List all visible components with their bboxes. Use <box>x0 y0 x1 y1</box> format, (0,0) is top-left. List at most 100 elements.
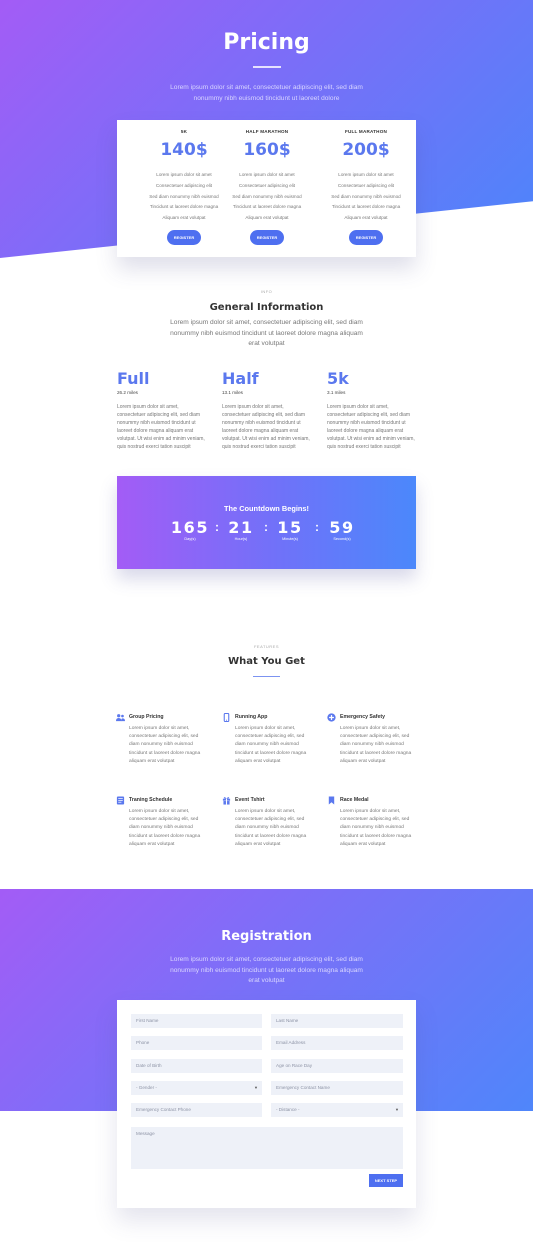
info-text: Lorem ipsum dolor sit amet, consectetuer… <box>170 319 363 347</box>
plan-feature: Consectetuer adipiscing elit <box>337 182 395 188</box>
feature-name: Event Tshirt <box>235 797 265 803</box>
countdown-value: 59 <box>329 518 355 537</box>
feature-group-pricing: Group Pricing Lorem ipsum dolor sit amet… <box>116 712 208 766</box>
caret-down-icon: ▼ <box>395 1107 399 1112</box>
plan-price: 160$ <box>243 140 291 160</box>
countdown-value: 15 <box>277 518 303 537</box>
feature-running-app: Running App Lorem ipsum dolor sit amet, … <box>222 712 314 766</box>
countdown-hours: 21 Hour(s) <box>218 518 264 541</box>
feature-name: Traning Schedule <box>129 797 173 803</box>
registration-intro: Lorem ipsum dolor sit amet, consectetuer… <box>170 956 363 984</box>
plan-name: HALF MARATHON <box>245 129 289 134</box>
emergency-contact-name-input[interactable]: Emergency Contact Name <box>271 1081 403 1095</box>
distance-miles: 13.1 miles <box>222 390 243 395</box>
plan-feature: Aliquam erat volutpat <box>245 215 289 221</box>
countdown-value: 165 <box>170 518 210 537</box>
last-name-input[interactable]: Last Name <box>271 1014 403 1028</box>
distance-select-value: - Distance - <box>276 1107 300 1112</box>
feature-training-schedule: Traning Schedule Lorem ipsum dolor sit a… <box>116 795 208 849</box>
feature-text: Lorem ipsum dolor sit amet, consectetuer… <box>340 726 412 764</box>
countdown-label: Minute(s) <box>282 537 298 541</box>
feature-race-medal: Race Medal Lorem ipsum dolor sit amet, c… <box>327 795 419 849</box>
first-name-input[interactable]: First Name <box>131 1014 262 1028</box>
feature-text: Lorem ipsum dolor sit amet, consectetuer… <box>235 726 307 764</box>
plus-circle-icon <box>327 712 336 722</box>
feature-text: Lorem ipsum dolor sit amet, consectetuer… <box>129 809 201 847</box>
distance-name: 5k <box>327 369 349 388</box>
plan-name: FULL MARATHON <box>345 129 387 134</box>
register-button-half[interactable]: REGISTER <box>250 229 284 245</box>
distance-full: Full 26.2 miles Lorem ipsum dolor sit am… <box>117 370 205 452</box>
feature-text: Lorem ipsum dolor sit amet, consectetuer… <box>129 726 201 764</box>
countdown-label: Hour(s) <box>234 537 248 541</box>
registration-title: Registration <box>221 929 312 944</box>
plan-feature: Aliquam erat volutpat <box>344 215 388 221</box>
info-title: General Information <box>209 302 324 313</box>
plan-half-marathon: HALF MARATHON 160$ Lorem ipsum dolor sit… <box>217 120 317 245</box>
register-button-full[interactable]: REGISTER <box>349 229 383 245</box>
countdown-days: 165 Day(s) <box>167 518 213 541</box>
plan-feature: Lorem ipsum dolor sit amet <box>239 172 295 177</box>
date-of-birth-input[interactable]: Date of Birth <box>131 1059 262 1073</box>
emergency-contact-phone-input[interactable]: Emergency Contact Phone <box>131 1103 262 1117</box>
plan-price: 200$ <box>342 140 390 160</box>
feature-text: Lorem ipsum dolor sit amet, consectetuer… <box>235 809 307 847</box>
countdown-title: The Countdown Begins! <box>224 504 309 513</box>
registration-form: First Name Last Name Phone Email Address… <box>117 1000 416 1208</box>
distance-name: Half <box>222 369 259 388</box>
plan-feature: Sed diam nonummy nibh euismod <box>331 193 401 199</box>
distance-half: Half 13.1 miles Lorem ipsum dolor sit am… <box>222 370 310 452</box>
plan-features: Lorem ipsum dolor sit amet Consectetuer … <box>217 170 317 224</box>
gender-select-value: - Gender - <box>136 1085 157 1090</box>
bookmark-icon <box>328 795 335 805</box>
distance-miles: 3.1 miles <box>327 390 346 395</box>
features-eyebrow: FEATURES <box>253 644 280 649</box>
feature-name: Race Medal <box>340 797 369 803</box>
pricing-title-divider <box>253 66 281 68</box>
message-textarea[interactable]: Message <box>131 1127 403 1169</box>
group-icon <box>116 713 125 721</box>
distance-select[interactable]: - Distance - ▼ <box>271 1103 403 1117</box>
email-input[interactable]: Email Address <box>271 1036 403 1050</box>
countdown-value: 21 <box>228 518 254 537</box>
distance-name: Full <box>117 369 150 388</box>
distance-miles: 26.2 miles <box>117 390 138 395</box>
gender-select[interactable]: - Gender - ▼ <box>131 1081 262 1095</box>
feature-name: Emergency Safety <box>340 714 385 720</box>
next-step-button[interactable]: NEXT STEP <box>369 1174 403 1187</box>
countdown-label: Second(s) <box>333 537 351 541</box>
countdown-seconds: 59 Second(s) <box>319 518 365 541</box>
pricing-card: 5K 140$ Lorem ipsum dolor sit amet Conse… <box>117 120 416 257</box>
features-title-divider <box>253 676 280 678</box>
feature-name: Running App <box>235 714 268 720</box>
plan-feature: Lorem ipsum dolor sit amet <box>338 172 394 177</box>
countdown-minutes: 15 Minute(s) <box>267 518 313 541</box>
feature-name: Group Pricing <box>129 714 164 720</box>
distance-text: Lorem ipsum dolor sit amet, consectetuer… <box>222 404 310 451</box>
feature-text: Lorem ipsum dolor sit amet, consectetuer… <box>340 809 412 847</box>
plan-features: Lorem ipsum dolor sit amet Consectetuer … <box>316 170 416 224</box>
pricing-title: Pricing <box>223 30 310 55</box>
pricing-intro: Lorem ipsum dolor sit amet, consectetuer… <box>170 84 363 102</box>
phone-input[interactable]: Phone <box>131 1036 262 1050</box>
age-on-race-day-input[interactable]: Age on Race Day <box>271 1059 403 1073</box>
distance-text: Lorem ipsum dolor sit amet, consectetuer… <box>117 404 205 451</box>
info-eyebrow: INFO <box>260 289 273 294</box>
plan-feature: Tincidunt ut laoreet dolore magna <box>232 204 302 210</box>
caret-down-icon: ▼ <box>254 1085 258 1090</box>
plan-feature: Tincidunt ut laoreet dolore magna <box>331 204 401 210</box>
plan-feature: Sed diam nonummy nibh euismod <box>232 193 302 199</box>
features-title: What You Get <box>228 656 305 667</box>
register-button-5k[interactable]: REGISTER <box>167 229 201 245</box>
distance-5k: 5k 3.1 miles Lorem ipsum dolor sit amet,… <box>327 370 415 452</box>
phone-icon <box>223 712 230 722</box>
feature-emergency-safety: Emergency Safety Lorem ipsum dolor sit a… <box>327 712 419 766</box>
distance-text: Lorem ipsum dolor sit amet, consectetuer… <box>327 404 415 451</box>
schedule-icon <box>116 795 125 805</box>
countdown-label: Day(s) <box>184 537 196 541</box>
plan-full-marathon: FULL MARATHON 200$ Lorem ipsum dolor sit… <box>316 120 416 245</box>
countdown-banner: The Countdown Begins! 165 Day(s) : 21 Ho… <box>117 476 416 569</box>
plan-feature: Consectetuer adipiscing elit <box>238 182 296 188</box>
feature-event-tshirt: Event Tshirt Lorem ipsum dolor sit amet,… <box>222 795 314 849</box>
gift-icon <box>222 796 231 805</box>
